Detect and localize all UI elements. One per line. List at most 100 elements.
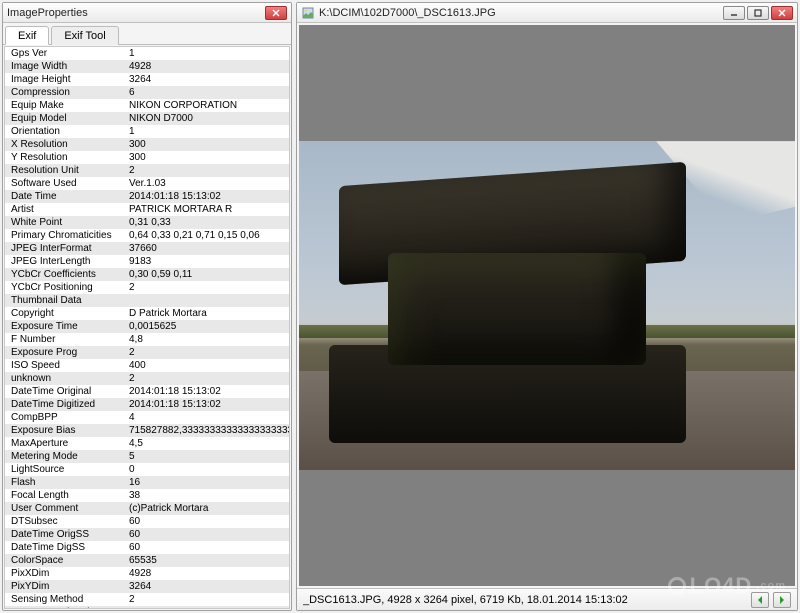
property-row[interactable]: Image Width4928	[5, 60, 289, 73]
property-key: unknown	[5, 372, 125, 385]
minimize-button[interactable]	[723, 6, 745, 20]
property-row[interactable]: Metering Mode5	[5, 450, 289, 463]
property-key: ColorSpace	[5, 554, 125, 567]
viewer-title: K:\DCIM\102D7000\_DSC1613.JPG	[319, 7, 723, 19]
property-row[interactable]: ArtistPATRICK MORTARA R	[5, 203, 289, 216]
property-key: MaxAperture	[5, 437, 125, 450]
image-viewport[interactable]	[299, 25, 795, 586]
property-row[interactable]: CompBPP4	[5, 411, 289, 424]
property-key: Date Time	[5, 190, 125, 203]
property-key: Primary Chromaticities	[5, 229, 125, 242]
property-key: DTSubsec	[5, 515, 125, 528]
property-row[interactable]: DateTime Digitized2014:01:18 15:13:02	[5, 398, 289, 411]
property-row[interactable]: User Comment(c)Patrick Mortara	[5, 502, 289, 515]
property-row[interactable]: PixYDim3264	[5, 580, 289, 593]
property-key: Artist	[5, 203, 125, 216]
property-row[interactable]: Gps Ver1	[5, 47, 289, 60]
property-row[interactable]: Primary Chromaticities0,64 0,33 0,21 0,7…	[5, 229, 289, 242]
property-value: 3264	[125, 580, 289, 593]
property-key: Metering Mode	[5, 450, 125, 463]
properties-tabs: Exif Exif Tool	[3, 23, 291, 45]
property-value: 2	[125, 281, 289, 294]
property-row[interactable]: Compression6	[5, 86, 289, 99]
property-row[interactable]: DateTime OrigSS60	[5, 528, 289, 541]
property-value: 2	[125, 372, 289, 385]
property-key: F Number	[5, 333, 125, 346]
property-row[interactable]: CustomRendered0	[5, 606, 289, 609]
property-row[interactable]: Software UsedVer.1.03	[5, 177, 289, 190]
property-value: 9183	[125, 255, 289, 268]
property-row[interactable]: Equip ModelNIKON D7000	[5, 112, 289, 125]
property-value: 60	[125, 515, 289, 528]
property-row[interactable]: White Point0,31 0,33	[5, 216, 289, 229]
maximize-button[interactable]	[747, 6, 769, 20]
tab-exif[interactable]: Exif	[5, 26, 49, 45]
property-row[interactable]: Focal Length38	[5, 489, 289, 502]
property-value: 2014:01:18 15:13:02	[125, 190, 289, 203]
property-value: (c)Patrick Mortara	[125, 502, 289, 515]
property-value: 38	[125, 489, 289, 502]
property-row[interactable]: CopyrightD Patrick Mortara	[5, 307, 289, 320]
property-key: Focal Length	[5, 489, 125, 502]
property-row[interactable]: Orientation1	[5, 125, 289, 138]
property-value: 0,31 0,33	[125, 216, 289, 229]
property-value: 5	[125, 450, 289, 463]
property-row[interactable]: Sensing Method2	[5, 593, 289, 606]
property-value: 0	[125, 606, 289, 609]
next-image-button[interactable]	[773, 592, 791, 608]
property-value: 1	[125, 47, 289, 60]
property-value: 16	[125, 476, 289, 489]
property-row[interactable]: Equip MakeNIKON CORPORATION	[5, 99, 289, 112]
property-row[interactable]: F Number4,8	[5, 333, 289, 346]
properties-titlebar[interactable]: ImageProperties	[3, 3, 291, 23]
property-key: DateTime Digitized	[5, 398, 125, 411]
property-row[interactable]: YCbCr Positioning2	[5, 281, 289, 294]
property-row[interactable]: YCbCr Coefficients0,30 0,59 0,11	[5, 268, 289, 281]
property-row[interactable]: JPEG InterFormat37660	[5, 242, 289, 255]
property-row[interactable]: ISO Speed400	[5, 359, 289, 372]
property-row[interactable]: X Resolution300	[5, 138, 289, 151]
property-key: JPEG InterFormat	[5, 242, 125, 255]
viewer-titlebar[interactable]: K:\DCIM\102D7000\_DSC1613.JPG	[297, 3, 797, 23]
property-row[interactable]: LightSource0	[5, 463, 289, 476]
property-row[interactable]: Y Resolution300	[5, 151, 289, 164]
property-row[interactable]: Resolution Unit2	[5, 164, 289, 177]
property-row[interactable]: ColorSpace65535	[5, 554, 289, 567]
property-row[interactable]: Thumbnail Data	[5, 294, 289, 307]
property-row[interactable]: DateTime Original2014:01:18 15:13:02	[5, 385, 289, 398]
property-value: NIKON CORPORATION	[125, 99, 289, 112]
property-key: DateTime OrigSS	[5, 528, 125, 541]
properties-list[interactable]: Gps Ver1Image Width4928Image Height3264C…	[4, 46, 290, 609]
property-key: White Point	[5, 216, 125, 229]
property-key: Exposure Bias	[5, 424, 125, 437]
property-value: 4	[125, 411, 289, 424]
property-value: 0	[125, 463, 289, 476]
property-row[interactable]: Flash16	[5, 476, 289, 489]
property-value: 300	[125, 151, 289, 164]
property-key: Orientation	[5, 125, 125, 138]
property-row[interactable]: Exposure Time0,0015625	[5, 320, 289, 333]
property-row[interactable]: JPEG InterLength9183	[5, 255, 289, 268]
property-key: Y Resolution	[5, 151, 125, 164]
property-row[interactable]: Date Time2014:01:18 15:13:02	[5, 190, 289, 203]
properties-close-button[interactable]	[265, 6, 287, 20]
prev-image-button[interactable]	[751, 592, 769, 608]
tab-exif-tool[interactable]: Exif Tool	[51, 26, 118, 45]
property-key: Thumbnail Data	[5, 294, 125, 307]
properties-panel: ImageProperties Exif Exif Tool Gps Ver1I…	[2, 2, 292, 611]
viewer-statusbar: _DSC1613.JPG, 4928 x 3264 pixel, 6719 Kb…	[297, 588, 797, 610]
close-button[interactable]	[771, 6, 793, 20]
property-row[interactable]: Image Height3264	[5, 73, 289, 86]
property-key: Equip Model	[5, 112, 125, 125]
property-row[interactable]: unknown2	[5, 372, 289, 385]
image-file-icon	[301, 6, 315, 20]
property-key: Copyright	[5, 307, 125, 320]
property-row[interactable]: Exposure Bias715827882,33333333333333333…	[5, 424, 289, 437]
property-value: 400	[125, 359, 289, 372]
property-row[interactable]: DTSubsec60	[5, 515, 289, 528]
property-row[interactable]: PixXDim4928	[5, 567, 289, 580]
property-key: Flash	[5, 476, 125, 489]
property-row[interactable]: MaxAperture4,5	[5, 437, 289, 450]
property-row[interactable]: DateTime DigSS60	[5, 541, 289, 554]
property-row[interactable]: Exposure Prog2	[5, 346, 289, 359]
